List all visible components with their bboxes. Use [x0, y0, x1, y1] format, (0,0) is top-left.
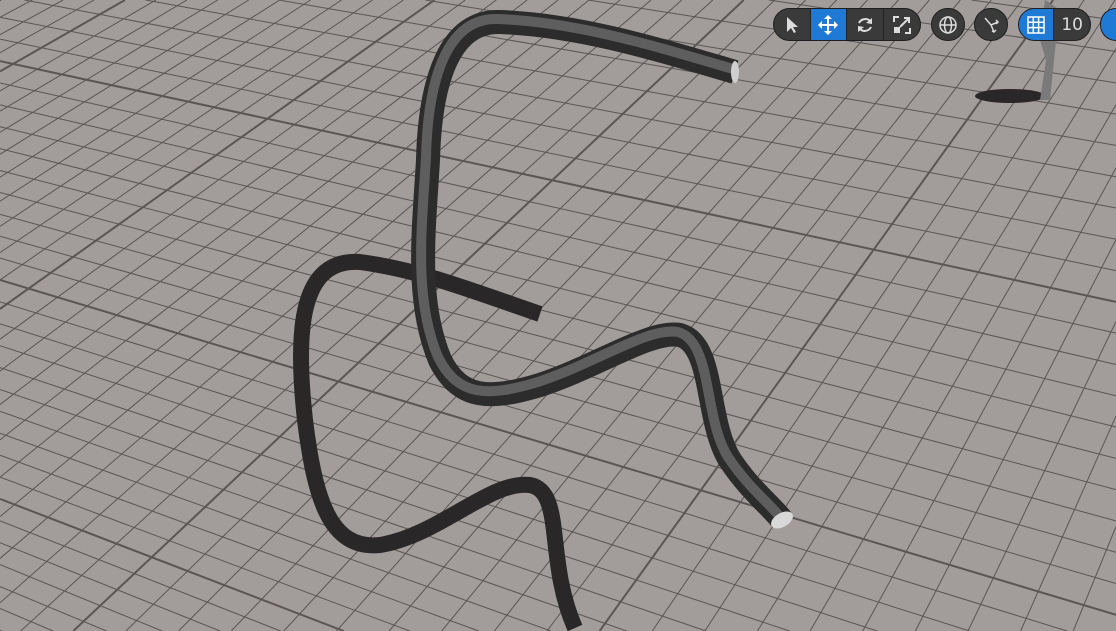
- grid-snap-toggle[interactable]: [1019, 9, 1055, 40]
- grid-line: [0, 0, 342, 227]
- select-mode-button[interactable]: [774, 9, 811, 40]
- grid-line: [0, 82, 1116, 334]
- grid-line: [1020, 415, 1116, 631]
- grid-line: [0, 126, 1116, 397]
- cursor-icon: [786, 16, 798, 33]
- grid-line: [493, 0, 992, 631]
- tube-mesh: [411, 10, 792, 528]
- surface-snap-icon: [984, 17, 1000, 33]
- grid-line: [809, 104, 1116, 631]
- grid-icon: [1027, 15, 1045, 34]
- grid-line: [0, 0, 404, 281]
- grid-line: [0, 0, 250, 155]
- grid-line: [967, 321, 1116, 631]
- grid-line: [704, 0, 1116, 631]
- grid-line: [914, 239, 1116, 631]
- tube-end-cap: [731, 61, 739, 83]
- grid-line: [0, 0, 33, 18]
- grid-line: [0, 607, 54, 631]
- grid-snap-value[interactable]: 10: [1054, 9, 1090, 40]
- grid-line: [0, 586, 107, 631]
- translate-mode-button[interactable]: [810, 9, 847, 40]
- viewport[interactable]: [0, 0, 1116, 631]
- grid-line: [0, 38, 1116, 272]
- grid-line: [388, 0, 930, 631]
- grid-line: [0, 520, 281, 631]
- grid-line: [0, 389, 707, 631]
- globe-icon: [939, 15, 957, 34]
- mannequin-shadow: [975, 89, 1045, 103]
- grid-line: [862, 167, 1116, 631]
- grid-line: [125, 0, 776, 631]
- grid-line: [0, 542, 221, 631]
- tube-highlight: [416, 13, 784, 521]
- rotate-mode-button[interactable]: [847, 9, 884, 40]
- scale-mode-button[interactable]: [884, 9, 920, 40]
- rotate-icon: [857, 17, 872, 32]
- move-icon: [818, 14, 839, 35]
- scale-icon: [892, 15, 911, 34]
- transform-toolbar: [773, 8, 921, 41]
- grid-line: [0, 476, 410, 631]
- grid-snap-control: 10: [1018, 8, 1091, 41]
- grid-line: [0, 0, 373, 253]
- grid-line: [178, 0, 806, 631]
- grid-line: [0, 0, 2, 2]
- grid-line: [283, 0, 868, 631]
- grid-line: [0, 235, 1116, 553]
- grid-line: [0, 16, 1116, 240]
- grid-line: [0, 432, 552, 631]
- grid-line: [0, 323, 970, 631]
- surface-snap-button[interactable]: [974, 8, 1008, 41]
- coordinate-space-button[interactable]: [931, 8, 965, 41]
- grid-line: [0, 0, 559, 441]
- grid-line: [0, 0, 311, 202]
